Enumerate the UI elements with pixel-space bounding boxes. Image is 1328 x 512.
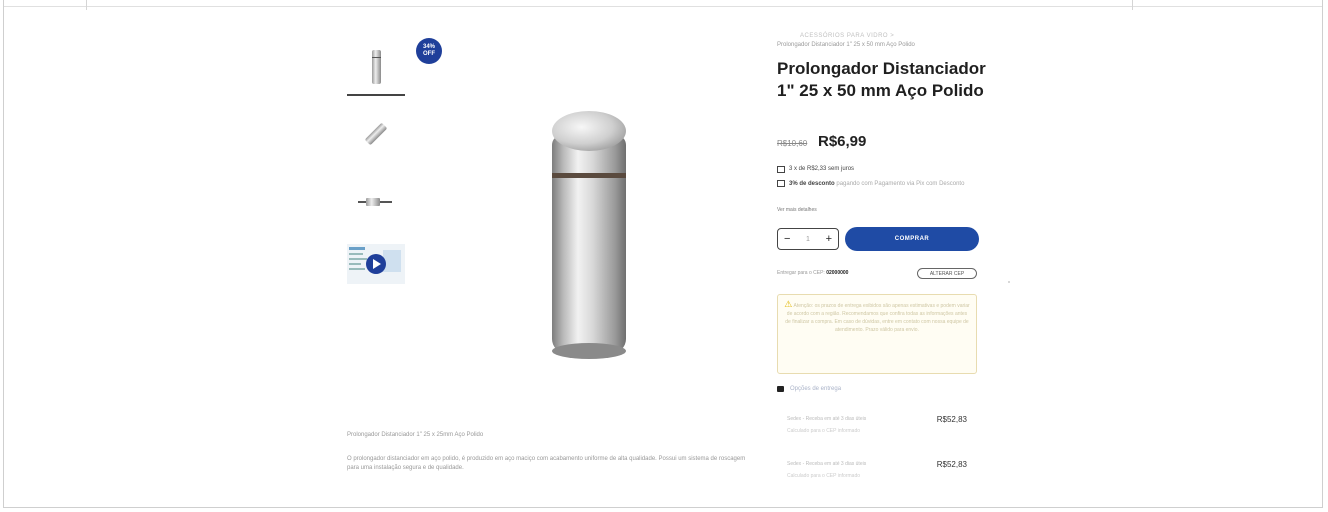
quantity-plus-button[interactable]: +: [826, 233, 832, 245]
cep-value: 02000000: [826, 270, 849, 276]
more-details-link[interactable]: Ver mais detalhes: [777, 207, 817, 213]
change-cep-button[interactable]: ALTERAR CEP: [917, 268, 977, 279]
truck-icon: [777, 386, 784, 392]
breadcrumb[interactable]: ACESSÓRIOS PARA VIDRO >: [800, 33, 894, 39]
thumbnail-2[interactable]: [347, 108, 405, 160]
warning-text: Atenção: os prazos de entrega exibidos s…: [785, 303, 970, 333]
top-divider-tick: [1132, 0, 1133, 10]
cep-label: Entregar para o CEP:: [777, 270, 827, 276]
shipping-option[interactable]: Sedex - Receba em até 3 dias úteis R$52,…: [787, 415, 977, 434]
shipping-option-price: R$52,83: [936, 415, 967, 424]
installments-info: 3 x de R$2,33 sem juros: [777, 166, 854, 173]
top-divider-tick: [86, 0, 87, 10]
description-title: Prolongador Distanciador 1" 25 x 25mm Aç…: [347, 432, 484, 438]
breadcrumb-current: Prolongador Distanciador 1" 25 x 50 mm A…: [777, 42, 915, 48]
thumbnail-video[interactable]: [347, 238, 405, 290]
card-icon: [777, 166, 785, 173]
shipping-option-price: R$52,83: [936, 460, 967, 469]
shipping-warning-box: ⚠ Atenção: os prazos de entrega exibidos…: [777, 294, 977, 374]
discount-badge: 34% OFF: [416, 38, 442, 64]
product-main-image: [552, 111, 626, 359]
quantity-value[interactable]: 1: [806, 236, 810, 243]
shipping-header-label: Opções de entrega: [790, 386, 842, 392]
pix-discount-bold: 3% de desconto: [789, 181, 835, 187]
old-price: R$10,60: [777, 139, 808, 148]
cep-info: Entregar para o CEP: 02000000: [777, 270, 848, 276]
description-text: O prolongador distanciador em aço polido…: [347, 456, 746, 471]
pix-discount-text: pagando com Pagamento via Pix com Descon…: [836, 181, 965, 187]
current-price: R$6,99: [818, 133, 867, 150]
shipping-option-sub: Calculado para o CEP informado: [787, 428, 861, 434]
shipping-header: Opções de entrega: [777, 386, 841, 392]
product-thumb-image: [372, 50, 381, 84]
thumbnail-3[interactable]: [347, 176, 405, 228]
discount-badge-value: 34%: [422, 44, 435, 50]
warning-icon: ⚠: [784, 299, 793, 309]
page-frame: [3, 0, 1323, 508]
page-title: Prolongador Distanciador 1" 25 x 50 mm A…: [777, 59, 986, 100]
discount-badge-off: OFF: [423, 51, 435, 57]
shipping-option-name: Sedex - Receba em até 3 dias úteis: [787, 416, 867, 422]
video-thumb-image: [347, 244, 405, 284]
shipping-option[interactable]: Sedex - Receba em até 3 dias úteis R$52,…: [787, 460, 977, 479]
thumbnail-1[interactable]: [347, 40, 405, 96]
pix-icon: [777, 180, 785, 187]
pix-discount-info: 3% de desconto pagando com Pagamento via…: [777, 180, 967, 188]
shipping-option-name: Sedex - Receba em até 3 dias úteis: [787, 461, 867, 467]
buy-button[interactable]: COMPRAR: [845, 227, 979, 251]
quantity-minus-button[interactable]: −: [784, 233, 790, 245]
product-thumb-image: [358, 198, 392, 206]
quantity-stepper: − 1 +: [777, 228, 839, 250]
product-thumb-image: [365, 123, 387, 145]
divider-dot: [1008, 281, 1010, 283]
top-divider: [4, 6, 1322, 7]
installments-text: 3 x de R$2,33 sem juros: [789, 166, 855, 172]
shipping-option-sub: Calculado para o CEP informado: [787, 473, 861, 479]
